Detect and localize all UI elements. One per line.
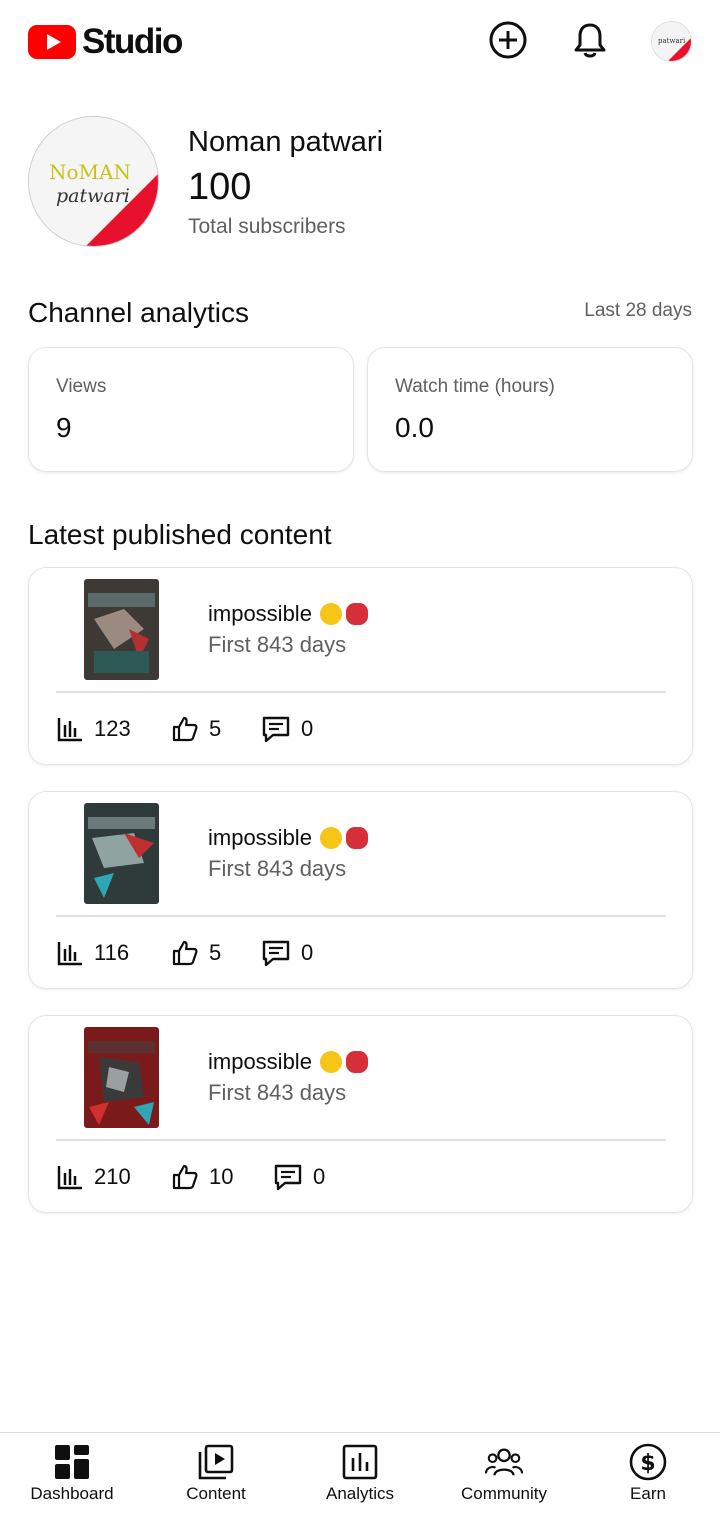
- channel-name: Noman patwari: [188, 126, 384, 158]
- thumbs-up-icon: [172, 716, 198, 742]
- likes-metric: 5: [171, 714, 221, 744]
- svg-text:$: $: [640, 1451, 655, 1476]
- drooling-face-emoji-icon: [319, 1051, 342, 1073]
- drooling-face-emoji-icon: [319, 603, 342, 625]
- bar-chart-icon: [57, 942, 82, 966]
- channel-avatar[interactable]: NoMAN patwari: [28, 116, 159, 247]
- video-title: impossible: [208, 1049, 368, 1075]
- drooling-face-emoji-icon: [319, 827, 342, 849]
- nav-content[interactable]: Content: [144, 1433, 288, 1516]
- stat-label: Views: [56, 376, 107, 397]
- bell-icon: [574, 23, 606, 58]
- create-button[interactable]: [486, 18, 530, 62]
- views-metric: 210: [56, 1162, 131, 1192]
- comments-metric: 0: [261, 714, 313, 744]
- comments-metric: 0: [273, 1162, 325, 1192]
- analytics-title: Channel analytics: [28, 297, 250, 328]
- stat-value: 9: [56, 412, 72, 443]
- stat-value: 0.0: [395, 412, 434, 443]
- nav-analytics[interactable]: Analytics: [288, 1433, 432, 1516]
- video-card[interactable]: impossible First 843 days 210 10 0: [28, 1015, 693, 1213]
- analytics-period: Last 28 days: [584, 300, 692, 321]
- nav-label: Content: [186, 1484, 246, 1503]
- channel-logo: NoMAN patwari: [29, 117, 158, 246]
- dashboard-icon: [53, 1443, 91, 1481]
- analytics-icon: [341, 1443, 379, 1481]
- content-icon: [197, 1443, 235, 1481]
- video-thumbnail[interactable]: [84, 579, 159, 680]
- channel-logo-small: patwari: [652, 22, 691, 61]
- nav-label: Dashboard: [30, 1484, 114, 1503]
- add-circle-icon: [489, 21, 527, 59]
- bottom-navigation: Dashboard Content Analytics Community $ …: [0, 1432, 720, 1516]
- divider: [56, 915, 666, 917]
- svg-text:patwari: patwari: [658, 37, 686, 45]
- svg-text:NoMAN: NoMAN: [49, 160, 131, 184]
- goblin-emoji-icon: [345, 1051, 368, 1073]
- comments-metric: 0: [261, 938, 313, 968]
- video-card[interactable]: impossible First 843 days 116 5 0: [28, 791, 693, 989]
- watch-time-card[interactable]: Watch time (hours) 0.0: [367, 347, 693, 472]
- stat-label: Watch time (hours): [395, 376, 555, 397]
- goblin-emoji-icon: [345, 827, 368, 849]
- video-period: First 843 days: [208, 632, 347, 657]
- youtube-logo-icon: [28, 25, 76, 59]
- nav-label: Community: [461, 1484, 547, 1503]
- nav-dashboard[interactable]: Dashboard: [0, 1433, 144, 1516]
- nav-label: Earn: [630, 1484, 666, 1503]
- video-thumbnail[interactable]: [84, 803, 159, 904]
- likes-metric: 5: [171, 938, 221, 968]
- views-metric: 116: [56, 938, 129, 968]
- nav-earn[interactable]: $ Earn: [576, 1433, 720, 1516]
- video-card[interactable]: impossible First 843 days 123 5 0: [28, 567, 693, 765]
- thumbs-up-icon: [172, 940, 198, 966]
- studio-logo[interactable]: Studio: [28, 22, 183, 61]
- views-card[interactable]: Views 9: [28, 347, 354, 472]
- video-thumbnail[interactable]: [84, 1027, 159, 1128]
- thumbs-up-icon: [172, 1164, 198, 1190]
- video-period: First 843 days: [208, 856, 347, 881]
- subscriber-label: Total subscribers: [188, 215, 346, 238]
- community-icon: [485, 1443, 523, 1481]
- subscriber-count: 100: [188, 166, 252, 208]
- logo-text: Studio: [82, 22, 183, 61]
- nav-label: Analytics: [325, 1484, 395, 1503]
- account-avatar[interactable]: patwari: [651, 21, 692, 62]
- latest-content-title: Latest published content: [28, 519, 332, 550]
- notifications-button[interactable]: [568, 18, 612, 62]
- nav-community[interactable]: Community: [432, 1433, 576, 1516]
- views-metric: 123: [56, 714, 131, 744]
- divider: [56, 691, 666, 693]
- svg-text:patwari: patwari: [56, 185, 130, 207]
- comment-icon: [262, 716, 290, 743]
- bar-chart-icon: [57, 1166, 82, 1190]
- top-app-bar: Studio patwari: [0, 0, 720, 84]
- likes-metric: 10: [171, 1162, 233, 1192]
- video-period: First 843 days: [208, 1080, 347, 1105]
- goblin-emoji-icon: [345, 603, 368, 625]
- comment-icon: [262, 940, 290, 967]
- bar-chart-icon: [57, 718, 82, 742]
- dollar-icon: $: [629, 1443, 667, 1481]
- comment-icon: [274, 1164, 302, 1191]
- video-title: impossible: [208, 601, 368, 627]
- divider: [56, 1139, 666, 1141]
- video-title: impossible: [208, 825, 368, 851]
